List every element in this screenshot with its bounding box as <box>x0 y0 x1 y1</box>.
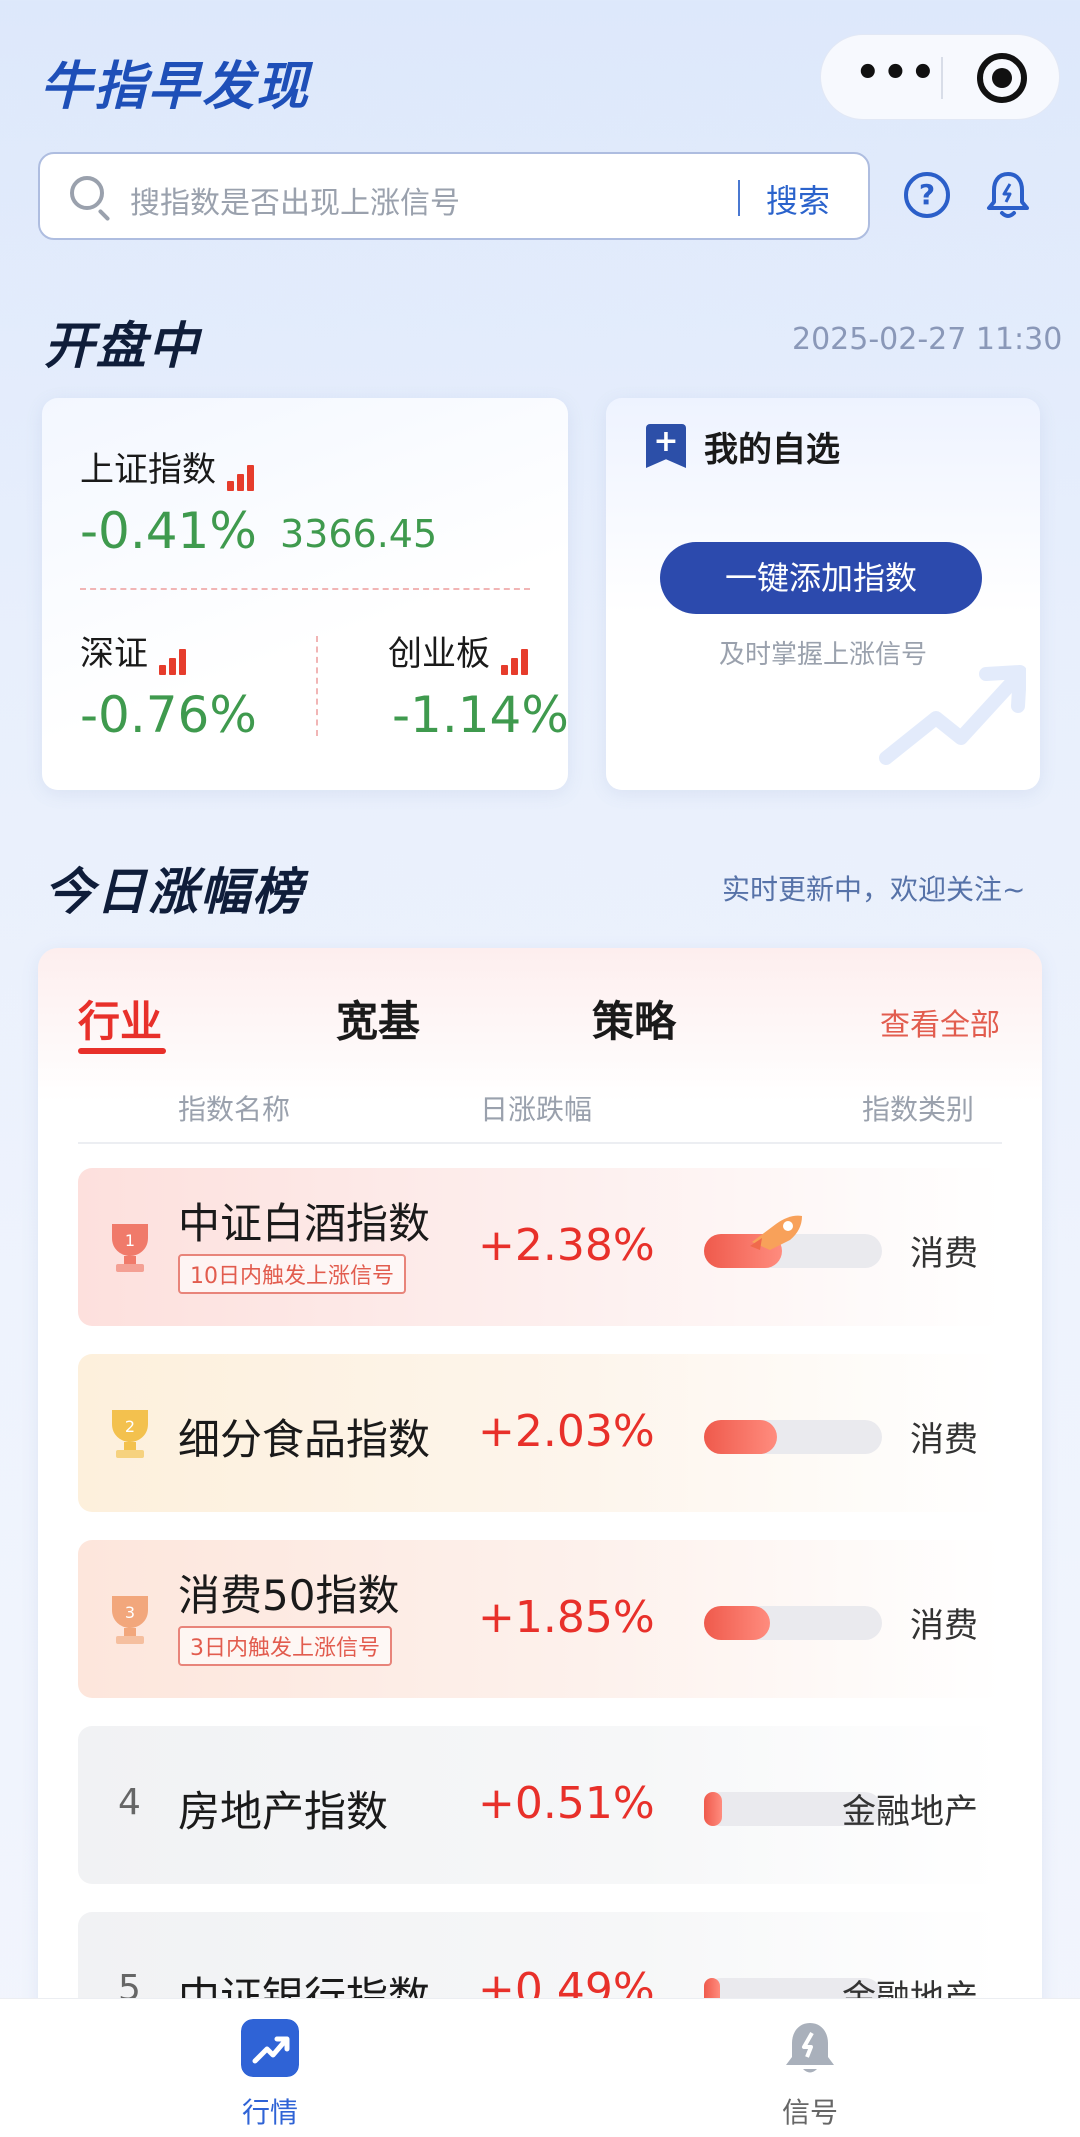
close-target-icon[interactable] <box>977 53 1027 103</box>
more-icon[interactable]: ••• <box>855 53 938 93</box>
trophy-gold-red-icon: 1 <box>112 1224 148 1272</box>
tab-strategy[interactable]: 策略 <box>592 988 676 1049</box>
ranking-card: 行业 宽基 策略 查看全部 指数名称 日涨跌幅 指数类别 1 中证白酒指数 10… <box>38 948 1042 2137</box>
index-change: -1.14% <box>392 686 569 744</box>
market-chart-icon <box>241 2019 299 2077</box>
help-icon[interactable]: ? <box>904 172 950 218</box>
ranking-subtitle: 实时更新中，欢迎关注~ <box>722 873 1026 906</box>
tabbar-item-signal[interactable]: 信号 <box>710 2019 910 2131</box>
view-all-link[interactable]: 查看全部 <box>880 1000 1000 1044</box>
row-category: 消费 <box>910 1420 978 1460</box>
row-change: +2.03% <box>478 1406 655 1457</box>
rocket-icon <box>750 1215 802 1250</box>
search-box[interactable]: 搜指数是否出现上涨信号 搜索 <box>38 152 870 240</box>
index-shenzhen[interactable]: 深证 <box>80 626 189 675</box>
svg-text:3: 3 <box>125 1603 135 1622</box>
watchlist-title: 我的自选 <box>704 430 840 470</box>
bottom-tab-bar: 行情 信号 <box>0 1998 1080 2137</box>
signal-bars-icon <box>227 463 257 491</box>
change-bar-fill <box>704 1420 777 1454</box>
tabbar-label: 行情 <box>241 2096 298 2129</box>
signal-tag: 3日内触发上涨信号 <box>178 1626 392 1666</box>
tab-broad-base[interactable]: 宽基 <box>336 988 420 1049</box>
change-bar-fill <box>704 1792 722 1826</box>
table-row[interactable]: 2 细分食品指数 +2.03% 消费 <box>78 1354 1002 1512</box>
row-index-name: 消费50指数 <box>178 1571 400 1620</box>
bell-icon[interactable] <box>986 170 1030 220</box>
market-timestamp: 2025-02-27 11:30 <box>792 322 1063 357</box>
row-index-name: 中证白酒指数 <box>178 1199 431 1248</box>
table-row[interactable]: 4 房地产指数 +0.51% 金融地产 <box>78 1726 1002 1884</box>
table-row[interactable]: 1 中证白酒指数 10日内触发上涨信号 +2.38% 消费 <box>78 1168 1002 1326</box>
signal-bars-icon <box>501 647 531 675</box>
tab-industry[interactable]: 行业 <box>78 988 162 1049</box>
svg-text:1: 1 <box>125 1231 135 1250</box>
row-category: 金融地产 <box>842 1792 978 1832</box>
signal-bars-icon <box>159 647 189 675</box>
row-index-name: 房地产指数 <box>178 1787 389 1836</box>
index-change: -0.41% <box>80 502 257 560</box>
tab-active-indicator <box>78 1048 166 1054</box>
svg-text:2: 2 <box>125 1417 135 1436</box>
tabbar-label: 信号 <box>781 2096 838 2129</box>
trophy-gold-icon: 2 <box>112 1410 148 1458</box>
search-input[interactable]: 搜指数是否出现上涨信号 <box>130 178 460 222</box>
dashed-divider-vertical <box>316 636 318 736</box>
column-header-name: 指数名称 <box>178 1093 291 1126</box>
index-name: 上证指数 <box>80 450 216 490</box>
column-header-category: 指数类别 <box>862 1093 975 1126</box>
index-change: -0.76% <box>80 686 257 744</box>
row-change: +0.51% <box>478 1778 655 1829</box>
index-shanghai[interactable]: 上证指数 <box>80 442 257 491</box>
ranking-section-title: 今日涨幅榜 <box>44 863 304 921</box>
signal-bell-icon <box>786 2023 834 2073</box>
trophy-bronze-icon: 3 <box>112 1596 148 1644</box>
search-icon <box>70 176 104 210</box>
watchlist-card: + 我的自选 一键添加指数 及时掌握上涨信号 <box>606 398 1040 790</box>
row-rank: 4 <box>118 1782 141 1823</box>
index-name: 创业板 <box>388 634 490 674</box>
dashed-divider <box>80 588 530 590</box>
table-row[interactable]: 3 消费50指数 3日内触发上涨信号 +1.85% 消费 <box>78 1540 1002 1698</box>
mini-program-capsule: ••• <box>820 34 1060 120</box>
tabbar-item-market[interactable]: 行情 <box>170 2019 370 2131</box>
bookmark-add-icon: + <box>646 424 686 468</box>
index-name: 深证 <box>80 634 148 674</box>
column-header-change: 日涨跌幅 <box>480 1093 593 1126</box>
header-divider <box>78 1142 1002 1144</box>
row-category: 消费 <box>910 1606 978 1646</box>
app-title: 牛指早发现 <box>40 57 311 117</box>
search-button[interactable]: 搜索 <box>766 176 830 222</box>
index-card[interactable]: 上证指数 -0.41% 3366.45 深证 -0.76% 创业板 -1.14% <box>42 398 569 790</box>
row-change: +1.85% <box>478 1592 655 1643</box>
trend-arrow-icon <box>879 665 1026 765</box>
index-value: 3366.45 <box>280 512 438 556</box>
index-chinext[interactable]: 创业板 <box>388 626 531 675</box>
search-divider <box>738 180 740 216</box>
capsule-divider <box>941 57 943 99</box>
add-index-button[interactable]: 一键添加指数 <box>660 542 982 614</box>
row-index-name: 细分食品指数 <box>178 1415 431 1464</box>
change-bar-fill <box>704 1606 770 1640</box>
row-change: +2.38% <box>478 1220 655 1271</box>
signal-tag: 10日内触发上涨信号 <box>178 1254 406 1294</box>
market-section-title: 开盘中 <box>44 317 200 375</box>
row-category: 消费 <box>910 1234 978 1274</box>
